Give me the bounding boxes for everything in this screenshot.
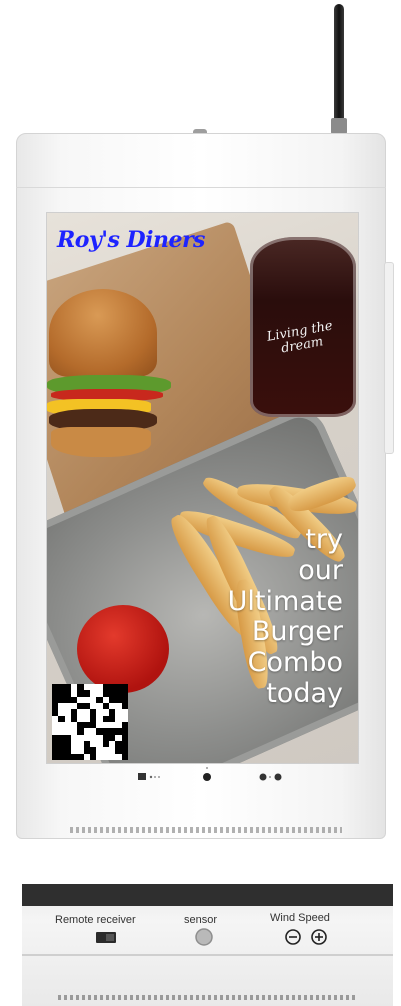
antenna: [334, 4, 344, 130]
promo-line: our: [298, 554, 343, 586]
advert-screen: Living the dream Roy's Diners try our Ul…: [46, 212, 359, 764]
control-panel-closeup: Remote receiver sensor Wind Speed: [22, 884, 393, 1006]
closeup-divider: [22, 954, 393, 956]
qr-code-icon[interactable]: [52, 684, 128, 760]
promo-line: try: [305, 524, 343, 555]
promo-line: Burger: [251, 616, 343, 648]
control-icons: [138, 767, 282, 781]
brand-title: Roy's Diners: [57, 227, 205, 253]
bottom-grille: [70, 827, 342, 833]
promo-line: Ultimate: [227, 585, 343, 617]
promo-text: try our Ultimate Burger Combo today: [143, 524, 343, 710]
wind-speed-icons[interactable]: [259, 773, 282, 781]
control-strip: [46, 763, 357, 795]
minus-icon[interactable]: [285, 929, 301, 945]
promo-line: Combo: [247, 647, 343, 679]
burger-bun-top: [49, 289, 157, 377]
promo-line: today: [266, 677, 343, 709]
remote-receiver-icon: [138, 773, 160, 780]
closeup-grille: [58, 995, 358, 1000]
plus-icon[interactable]: [311, 929, 327, 945]
burger-bun-bottom: [51, 427, 151, 457]
sensor-icon: [195, 928, 213, 946]
antenna-base: [331, 118, 347, 134]
cabinet-seam: [16, 187, 386, 188]
closeup-icons: [96, 928, 327, 946]
remote-receiver-icon: [96, 932, 116, 943]
side-latch: [384, 262, 394, 454]
sensor-icon: [203, 767, 211, 781]
